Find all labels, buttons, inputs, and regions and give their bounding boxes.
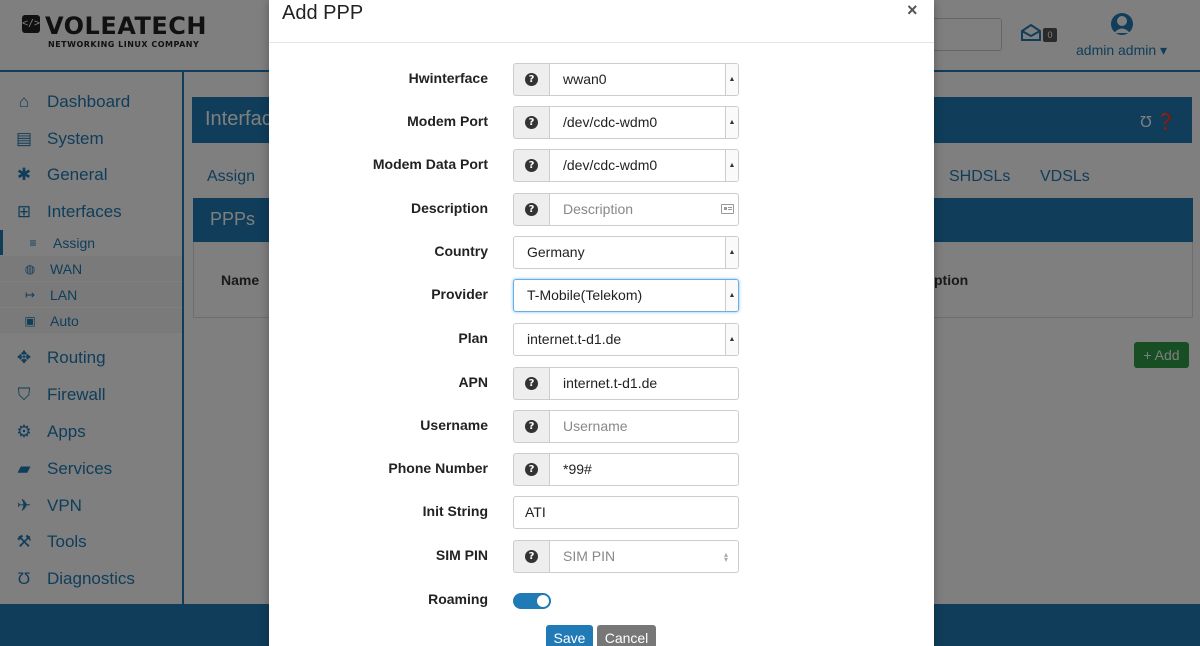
roaming-toggle[interactable] [513, 593, 551, 609]
phone-number-input[interactable]: *99# [549, 453, 739, 486]
question-icon: ? [525, 420, 538, 433]
field-label: Country [434, 243, 488, 259]
toggle-knob [537, 595, 549, 607]
chevron-down-icon: ▲▼ [725, 150, 738, 181]
modem-data-port-select[interactable]: /dev/cdc-wdm0 ▲▼ [549, 149, 739, 182]
provider-select[interactable]: T-Mobile(Telekom) ▲▼ [513, 279, 739, 312]
help-button[interactable]: ? [513, 106, 549, 139]
chevron-down-icon: ▲▼ [725, 237, 738, 268]
field-label: Modem Port [407, 113, 488, 129]
plan-select[interactable]: internet.t-d1.de ▲▼ [513, 323, 739, 356]
description-field[interactable] [549, 193, 739, 226]
description-input[interactable] [563, 201, 713, 217]
plan-row: Plan internet.t-d1.de ▲▼ [269, 323, 934, 356]
phone-number-row: Phone Number ? *99# [269, 453, 934, 486]
close-icon[interactable]: × [907, 0, 918, 21]
help-button[interactable]: ? [513, 410, 549, 443]
sim-pin-input[interactable] [563, 548, 713, 564]
sim-pin-field[interactable]: ▴▾ [549, 540, 739, 573]
help-button[interactable]: ? [513, 540, 549, 573]
field-label: Init String [422, 503, 488, 519]
field-label: Description [410, 200, 488, 216]
modem-port-select[interactable]: /dev/cdc-wdm0 ▲▼ [549, 106, 739, 139]
question-icon: ? [525, 73, 538, 86]
spinner-icon[interactable]: ▴ ▾ [724, 551, 728, 564]
modem-data-port-row: Modem Data Port ? /dev/cdc-wdm0 ▲▼ [269, 149, 934, 182]
field-label: Provider [431, 286, 488, 302]
field-label: Username [420, 417, 488, 433]
help-button[interactable]: ? [513, 367, 549, 400]
question-icon: ? [525, 159, 538, 172]
chevron-down-icon: ▲▼ [725, 64, 738, 95]
question-icon: ? [525, 116, 538, 129]
help-button[interactable]: ? [513, 193, 549, 226]
init-string-input[interactable]: ATI [513, 496, 739, 529]
init-string-row: Init String ATI [269, 496, 934, 529]
save-button[interactable]: Save [546, 625, 593, 646]
field-label: Hwinterface [408, 70, 488, 86]
field-label: Phone Number [388, 460, 488, 476]
field-label: APN [458, 374, 488, 390]
modal-title: Add PPP [282, 2, 364, 24]
username-input[interactable] [563, 418, 713, 434]
question-icon: ? [525, 377, 538, 390]
country-select[interactable]: Germany ▲▼ [513, 236, 739, 269]
question-icon: ? [525, 550, 538, 563]
hwinterface-select[interactable]: wwan0 ▲▼ [549, 63, 739, 96]
country-row: Country Germany ▲▼ [269, 236, 934, 269]
sim-pin-row: SIM PIN ? ▴▾ [269, 540, 934, 573]
apn-row: APN ? internet.t-d1.de [269, 367, 934, 400]
apn-input[interactable]: internet.t-d1.de [549, 367, 739, 400]
id-card-icon [721, 204, 734, 214]
field-label: SIM PIN [435, 547, 488, 563]
add-ppp-modal: Add PPP × Hwinterface ? wwan0 ▲▼ Modem P… [269, 0, 934, 646]
chevron-down-icon: ▲▼ [725, 324, 738, 355]
username-field[interactable] [549, 410, 739, 443]
hwinterface-row: Hwinterface ? wwan0 ▲▼ [269, 63, 934, 96]
help-button[interactable]: ? [513, 149, 549, 182]
provider-row: Provider T-Mobile(Telekom) ▲▼ [269, 279, 934, 312]
description-row: Description ? [269, 193, 934, 226]
modal-divider [269, 42, 934, 43]
chevron-down-icon: ▲▼ [725, 280, 738, 311]
field-label: Plan [458, 330, 488, 346]
cancel-button[interactable]: Cancel [597, 625, 656, 646]
chevron-down-icon: ▲▼ [725, 107, 738, 138]
help-button[interactable]: ? [513, 63, 549, 96]
question-icon: ? [525, 203, 538, 216]
field-label: Roaming [428, 591, 488, 607]
roaming-row: Roaming [269, 585, 934, 618]
question-icon: ? [525, 463, 538, 476]
username-row: Username ? [269, 410, 934, 443]
modem-port-row: Modem Port ? /dev/cdc-wdm0 ▲▼ [269, 106, 934, 139]
field-label: Modem Data Port [372, 156, 488, 172]
help-button[interactable]: ? [513, 453, 549, 486]
